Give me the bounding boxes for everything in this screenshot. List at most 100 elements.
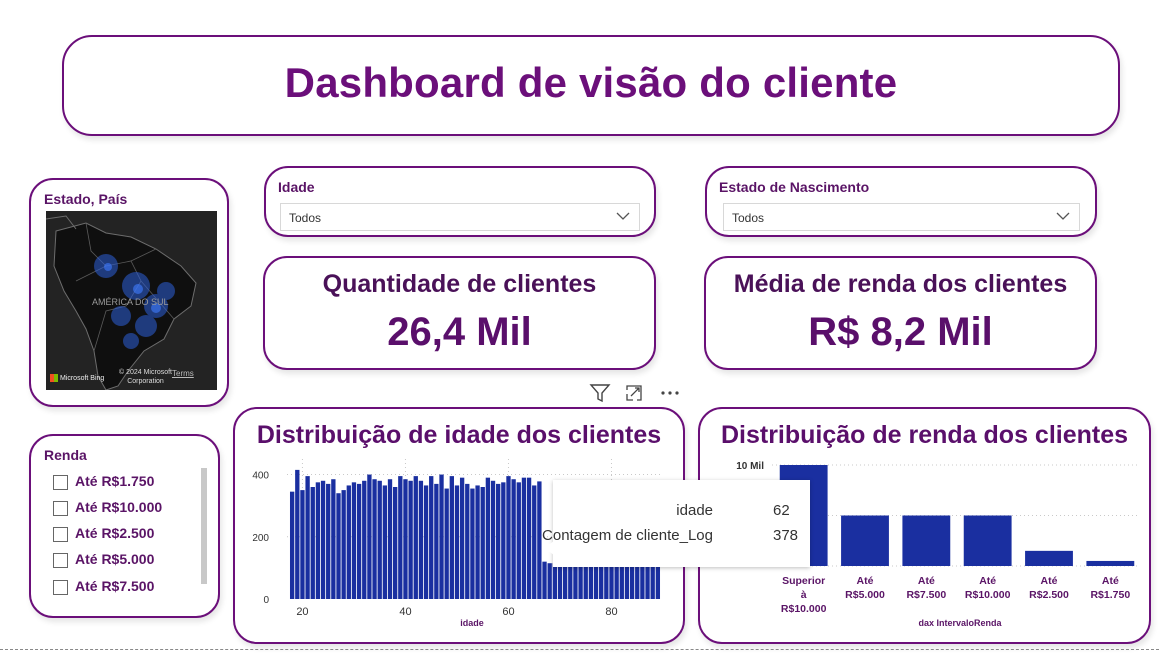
estado-dropdown[interactable]: Todos <box>723 203 1080 231</box>
age-bar[interactable] <box>485 477 491 599</box>
idade-dropdown[interactable]: Todos <box>280 203 640 231</box>
income-bar[interactable] <box>1025 550 1073 566</box>
age-bar[interactable] <box>496 483 501 599</box>
x-tick-label: 80 <box>605 606 617 618</box>
slicer-scrollbar[interactable] <box>201 468 207 584</box>
filter-icon[interactable] <box>588 382 612 404</box>
age-bar[interactable] <box>490 480 496 599</box>
age-bar[interactable] <box>501 482 506 599</box>
age-bar[interactable] <box>289 491 295 599</box>
age-bar[interactable] <box>547 563 552 599</box>
renda-x-axis-label: dax IntervaloRenda <box>918 618 1002 628</box>
income-bar[interactable] <box>841 515 889 567</box>
age-bar[interactable] <box>475 485 480 599</box>
income-bar[interactable] <box>963 515 1012 567</box>
age-bar[interactable] <box>614 563 619 599</box>
age-bar[interactable] <box>346 485 351 599</box>
age-bar[interactable] <box>408 480 413 599</box>
checkbox[interactable] <box>53 501 68 516</box>
age-bar[interactable] <box>393 487 398 599</box>
age-bar[interactable] <box>372 479 377 599</box>
age-bar[interactable] <box>449 476 454 599</box>
kpi-clientes-value: 26,4 Mil <box>387 310 532 354</box>
tooltip-value: 378 <box>773 527 799 544</box>
age-bar[interactable] <box>382 485 388 599</box>
income-bar[interactable] <box>902 515 951 567</box>
age-bar[interactable] <box>320 480 326 599</box>
age-bar[interactable] <box>418 480 424 599</box>
age-bar[interactable] <box>454 485 460 599</box>
age-bar[interactable] <box>341 490 346 599</box>
age-bar[interactable] <box>588 563 594 599</box>
checkbox[interactable] <box>53 580 68 595</box>
age-bar[interactable] <box>532 485 537 599</box>
age-bar[interactable] <box>387 479 393 599</box>
age-bar[interactable] <box>367 474 372 599</box>
age-bar[interactable] <box>398 476 403 599</box>
age-bar[interactable] <box>562 563 568 599</box>
age-bar[interactable] <box>599 563 604 599</box>
map-terms-link[interactable]: Terms <box>172 369 194 378</box>
age-bar[interactable] <box>624 563 630 599</box>
age-bar[interactable] <box>650 563 655 599</box>
age-bar[interactable] <box>465 483 470 599</box>
age-bar[interactable] <box>336 493 341 599</box>
age-bar[interactable] <box>315 482 321 599</box>
age-bar[interactable] <box>655 563 661 599</box>
age-bar[interactable] <box>356 483 362 599</box>
age-bar[interactable] <box>362 480 367 599</box>
age-bar[interactable] <box>434 483 439 599</box>
age-bar[interactable] <box>604 563 609 599</box>
age-bar[interactable] <box>305 476 310 599</box>
income-bar[interactable] <box>1086 560 1135 566</box>
age-bar[interactable] <box>552 563 557 599</box>
renda-option-label: Até R$10.000 <box>75 499 163 515</box>
estado-filter-label: Estado de Nascimento <box>719 179 870 195</box>
y-tick-label: 10 Mil <box>736 461 764 472</box>
more-options-icon[interactable] <box>658 382 682 404</box>
age-bar[interactable] <box>480 487 485 599</box>
checkbox[interactable] <box>53 553 68 568</box>
age-bar[interactable] <box>583 563 588 599</box>
age-bar[interactable] <box>310 487 315 599</box>
age-bar[interactable] <box>557 563 563 599</box>
age-bar[interactable] <box>640 563 645 599</box>
age-bar[interactable] <box>516 482 521 599</box>
focus-mode-icon[interactable] <box>623 382 647 404</box>
chevron-down-icon <box>1056 212 1070 220</box>
age-bar[interactable] <box>511 479 516 599</box>
age-bar[interactable] <box>635 563 640 599</box>
age-bar[interactable] <box>331 479 336 599</box>
age-bar[interactable] <box>578 563 583 599</box>
age-bar[interactable] <box>459 477 465 599</box>
age-bar[interactable] <box>537 481 542 599</box>
age-bar[interactable] <box>542 561 547 599</box>
age-bar[interactable] <box>300 490 305 599</box>
age-bar[interactable] <box>439 474 444 599</box>
age-bar[interactable] <box>423 485 429 599</box>
map-visual[interactable]: AMÉRICA DO SUL Microsoft Bing © 2024 Mic… <box>46 211 217 390</box>
age-bar[interactable] <box>326 483 331 599</box>
checkbox[interactable] <box>53 475 68 490</box>
age-bar[interactable] <box>526 477 532 599</box>
age-bar[interactable] <box>645 563 650 599</box>
age-bar[interactable] <box>506 476 511 599</box>
age-bar[interactable] <box>568 563 573 599</box>
age-bar[interactable] <box>444 488 449 599</box>
age-bar[interactable] <box>295 469 300 599</box>
age-bar[interactable] <box>429 476 434 599</box>
age-bar[interactable] <box>470 488 475 599</box>
age-bar[interactable] <box>413 476 418 599</box>
x-tick-label: R$5.000 <box>845 589 885 601</box>
age-bar[interactable] <box>609 563 614 599</box>
age-bar[interactable] <box>619 563 624 599</box>
checkbox[interactable] <box>53 527 68 542</box>
age-bar[interactable] <box>377 480 382 599</box>
age-bar[interactable] <box>351 482 357 599</box>
age-bar[interactable] <box>521 477 527 599</box>
idade-dropdown-value: Todos <box>289 211 322 225</box>
age-bar[interactable] <box>593 563 599 599</box>
age-bar[interactable] <box>629 563 635 599</box>
age-bar[interactable] <box>403 479 408 599</box>
age-bar[interactable] <box>573 563 578 599</box>
